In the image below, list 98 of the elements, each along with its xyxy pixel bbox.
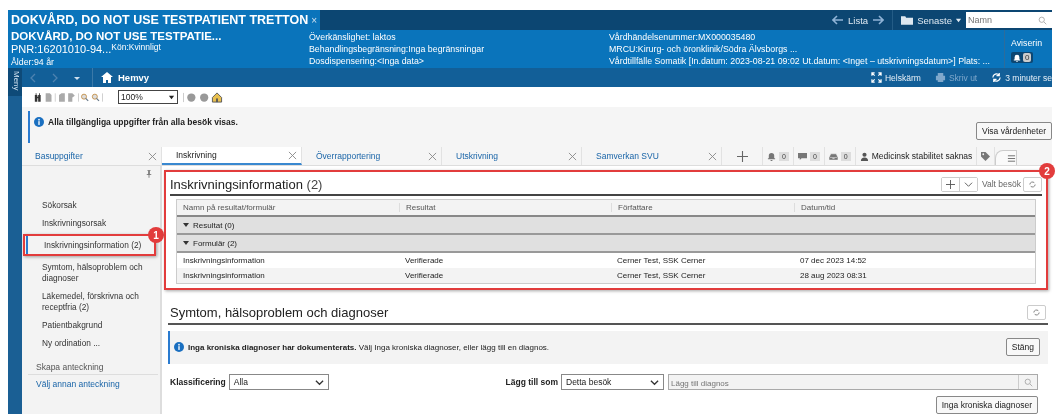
dropdown-button[interactable] [958,177,977,191]
info-icon [34,117,44,127]
section-title: Symtom, hälsoproblem och diagnoser [170,305,389,321]
info-message: Alla tillgängliga uppgifter från alla besök visas. [48,117,238,127]
column-header[interactable]: Resultat [399,203,611,212]
inbox-icon [828,151,838,161]
tab[interactable]: Samverkan SVU [582,147,722,165]
list-label[interactable]: Lista [848,14,869,26]
refresh-icon [1028,179,1037,189]
search-icon[interactable] [1038,15,1047,25]
banner-detail: Vårdtillfälle Somatik [In.datum: 2023-08-21 09:02 Ut.datum: <Inget – utskrivningsdatum>] Plats: ... [609,55,991,67]
banner-detail: Dosdispensering:<Inga data> [309,55,425,67]
tab[interactable]: Utskrivning [442,147,582,165]
table-cell-text: Verifierade [404,271,445,280]
caret-icon[interactable] [955,16,962,24]
table-cell-text: Inskrivningsinformation [182,271,266,280]
folder-icon [901,15,914,25]
home-icon[interactable] [101,72,113,83]
sidebar-item[interactable]: Ny ordination ... [24,334,158,352]
banner-detail: Behandlingsbegränsning:Inga begränsningar [309,43,486,55]
close-icon[interactable] [568,151,577,161]
add-as-dropdown[interactable]: Detta besök [561,374,664,391]
search-input[interactable]: Lägg till diagnos [669,375,1018,392]
close-button[interactable]: Stäng [1005,338,1040,357]
scope-label: Valt besök [981,179,1021,189]
close-icon[interactable] [708,151,717,161]
close-icon[interactable] [148,151,157,161]
add-as-label: Lägg till som [505,377,558,388]
chevron-down-icon [650,377,659,387]
table-cell-text: 28 aug 2023 08:31 [799,271,868,280]
table-cell-text: Cerner Test, SSK Cerner [616,271,707,280]
note-link[interactable]: Välj annan anteckning [28,375,158,389]
name-search-field[interactable]: Namn [966,12,1052,28]
patient-sex: Kön:Kvinnligt [111,41,161,52]
banner-detail: MRCU:Kirurg- och öronklinik/Södra Älvsborgs ... [609,43,799,55]
recent-dropdown[interactable]: Senaste [917,14,952,26]
stability-status[interactable]: Medicinsk stabilitet saknas [855,147,978,165]
patient-tab-title[interactable]: DOKVÅRD, DO NOT USE TESTPATIENT TRETTON [11,13,309,27]
info-message: Inga kroniska diagnoser har dokumenterats. Välj Inga kroniska diagnoser, eller lägg till en diagnos. [188,342,550,352]
close-icon[interactable] [428,151,437,161]
section-title: Inskrivningsinformation (2) [170,176,323,192]
patient-name: DOKVÅRD, DO NOT USE TESTPATIE... [11,30,223,43]
table-cell-text: Inskrivningsinformation [182,256,266,265]
fullscreen-icon [870,72,882,83]
zoom-dropdown[interactable]: 100% [118,90,178,104]
sidebar-item[interactable]: Patientbakgrund [24,316,158,334]
table-cell-text: 07 dec 2023 14:52 [799,256,868,265]
comment-icon [797,151,807,161]
menu-tab[interactable]: Meny [8,68,22,96]
alerts-label: Aviserin [1011,37,1044,49]
column-header[interactable]: Datum/tid [794,203,1035,212]
close-icon[interactable] [288,150,297,160]
person-icon [859,151,869,161]
refresh-icon [991,72,1003,83]
info-icon [174,342,184,353]
no-chronic-diagnoses-button[interactable]: Inga kroniska diagnoser [935,396,1038,414]
sidebar-item[interactable]: Symtom, hälsoproblem och diagnoser [24,258,158,287]
pin-icon[interactable] [146,170,152,178]
group-row[interactable]: Formulär (2) [177,235,1035,253]
table-cell-text: Verifierade [404,256,445,265]
bell-icon [1013,53,1021,62]
tag-icon[interactable] [981,151,991,161]
sidebar-item[interactable]: Läkemedel, förskrivna och receptfria (2) [24,287,158,316]
callout-number: 1 [148,227,164,243]
callout-number: 2 [1039,163,1055,179]
nav-action-button[interactable]: 3 minuter se [991,72,1052,83]
diagnosis-search-field[interactable]: Lägg till diagnos [668,374,1038,391]
table-cell-text: Cerner Test, SSK Cerner [616,256,707,265]
close-tab-button[interactable]: × [311,14,318,26]
back-arrow-icon[interactable] [832,15,845,25]
banner-detail: Överkänslighet: laktos [309,31,397,43]
group-row[interactable]: Resultat (0) [177,217,1035,235]
expand-icon[interactable] [183,223,189,227]
alerts-badge[interactable]: 0 [1011,52,1034,63]
plus-icon [945,179,955,189]
forward-arrow-icon[interactable] [872,15,885,25]
column-header[interactable]: Namn på resultat/formulär [177,203,399,212]
chevron-down-icon [963,179,973,189]
tab[interactable]: Överrapportering [302,147,442,165]
printer-icon [934,72,946,83]
section-heading: Skapa anteckning [28,362,158,375]
add-tab-icon[interactable] [736,150,748,162]
bell-icon [767,151,776,161]
classification-dropdown[interactable]: Alla [228,374,329,391]
show-care-units-button[interactable]: Visa vårdenheter [975,122,1052,140]
banner-detail: Vårdhändelsenummer:MX000035480 [609,31,757,43]
refresh-icon [1032,308,1041,318]
column-header[interactable]: Författare [611,203,794,212]
menu-icon[interactable] [1007,153,1017,163]
sidebar-item[interactable]: Sökorsak [24,196,158,214]
tab[interactable]: Inskrivning [162,147,302,165]
nav-action-button[interactable]: Helskärm [870,72,921,83]
expand-icon[interactable] [183,241,189,245]
view-title: Hemvy [118,72,150,83]
classification-label: Klassificering [170,377,226,388]
caret-icon [168,93,177,101]
chevron-down-icon [314,377,324,387]
patient-age: Ålder:94 år [11,55,56,68]
